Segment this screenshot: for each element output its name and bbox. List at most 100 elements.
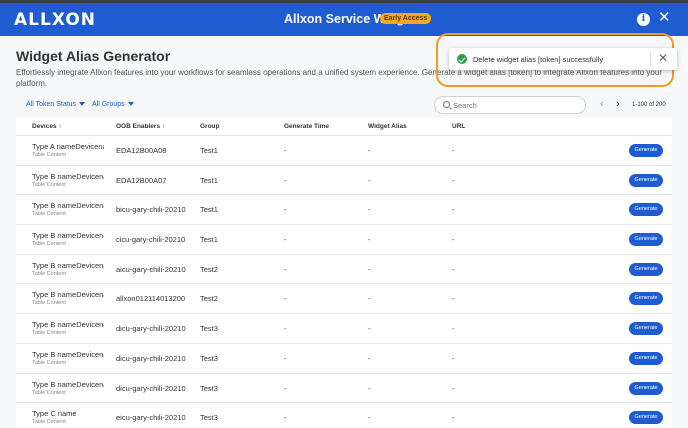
url: -: [452, 205, 455, 215]
device-name: Type B nameDevicename: [32, 320, 104, 330]
device-subtitle: Table Content: [32, 389, 66, 396]
column-generate-time: Generate Time: [284, 123, 330, 130]
group-name: Test1: [200, 205, 218, 215]
generate-time: -: [284, 324, 287, 334]
url: -: [452, 175, 455, 185]
oob-enabler: EDA12B00A07: [116, 175, 167, 185]
url: -: [452, 235, 455, 245]
group-name: Test2: [200, 264, 218, 274]
oob-enabler: bicu-gary-chili-20210: [116, 205, 186, 215]
table-row: Type B nameDevicenameTable Content dicu-g…: [16, 374, 672, 404]
oob-enabler: EDA12B00A08: [116, 146, 167, 155]
table-row: Type B nameDevicenameTable Content EDA12B…: [16, 166, 672, 196]
generate-time: -: [284, 383, 287, 393]
url: -: [452, 294, 455, 304]
generate-button[interactable]: Generate: [629, 411, 663, 425]
device-subtitle: Table Content: [32, 181, 66, 188]
search-box[interactable]: [434, 96, 586, 114]
groups-filter[interactable]: All Groups: [92, 101, 134, 108]
group-name: Test3: [200, 324, 218, 334]
group-name: Test1: [200, 235, 218, 245]
url: -: [452, 146, 455, 155]
search-icon: [443, 101, 450, 108]
token-status-filter-label: All Token Status: [26, 101, 77, 108]
info-icon[interactable]: i: [637, 13, 650, 26]
toast-divider: [650, 52, 651, 66]
generate-button[interactable]: Generate: [629, 262, 663, 276]
groups-filter-label: All Groups: [92, 101, 125, 108]
device-name: Type B nameDevicename: [32, 260, 104, 270]
page-title: Widget Alias Generator: [16, 48, 171, 64]
device-subtitle: Table Content: [32, 152, 66, 158]
chevron-left-icon[interactable]: ‹: [600, 98, 604, 110]
table-body: Type A nameDevicenameTable ContentEDA12B…: [16, 136, 672, 428]
table-row: Type B nameDevicenameTable Content dicu-g…: [16, 344, 672, 374]
top-bar: ALLXON Allxon Service Widget Early Acces…: [0, 0, 688, 36]
early-access-badge: Early Access: [380, 13, 432, 24]
generate-time: -: [284, 353, 287, 363]
widget-alias: -: [368, 146, 371, 155]
toast-close-icon[interactable]: ✕: [658, 51, 668, 65]
generate-button[interactable]: Generate: [629, 292, 663, 306]
device-name: Type A nameDevicename: [32, 142, 104, 151]
oob-enabler: dicu-gary-chili-20210: [116, 383, 186, 393]
device-subtitle: Table Content: [32, 419, 66, 426]
oob-enabler: dicu-gary-chili-20210: [116, 324, 186, 334]
group-name: Test3: [200, 383, 218, 393]
url: -: [452, 413, 455, 423]
generate-time: -: [284, 146, 287, 155]
column-devices[interactable]: Devices ↑: [32, 123, 62, 130]
caret-down-icon: [79, 102, 86, 107]
oob-enabler: allxon012114013200: [116, 294, 186, 304]
oob-enabler: cicu-gary-chili-20210: [116, 235, 186, 245]
caret-down-icon: [127, 102, 134, 107]
generate-button[interactable]: Generate: [629, 351, 663, 365]
close-icon[interactable]: ✕: [658, 10, 671, 26]
url: -: [452, 383, 455, 393]
table-row: Type B nameDevicenameTable Content allxon…: [16, 284, 672, 315]
generate-button[interactable]: Generate: [629, 144, 663, 157]
url: -: [452, 324, 455, 334]
chevron-right-icon[interactable]: ›: [616, 98, 620, 110]
device-name: Type B nameDevicename: [32, 349, 104, 359]
table-row: Type B nameDevicenameTable Content aicu-g…: [16, 255, 672, 285]
oob-enabler: eicu-gary-chili-20210: [116, 413, 186, 423]
alias-table: Devices ↑ OOB Enablers ↑ Group Generate …: [16, 118, 672, 428]
token-status-filter[interactable]: All Token Status: [26, 101, 86, 108]
widget-alias: -: [368, 353, 371, 363]
url: -: [452, 353, 455, 363]
device-name: Type B nameDevicename: [32, 201, 104, 211]
oob-enabler: aicu-gary-chili-20210: [116, 264, 186, 274]
widget-alias: -: [368, 235, 371, 245]
generate-time: -: [284, 205, 287, 215]
oob-enabler: dicu-gary-chili-20210: [116, 353, 186, 363]
group-name: Test3: [200, 353, 218, 363]
success-toast: Delete widget alias [token] successfully…: [449, 48, 677, 70]
generate-button[interactable]: Generate: [629, 322, 663, 336]
column-group: Group: [200, 123, 220, 130]
generate-button[interactable]: Generate: [629, 203, 663, 217]
widget-alias: -: [368, 324, 371, 334]
generate-button[interactable]: Generate: [629, 381, 663, 395]
table-row: Type B nameDevicenameTable Content dicu-g…: [16, 314, 672, 344]
device-subtitle: Table Content: [32, 241, 66, 248]
check-circle-icon: [457, 54, 467, 64]
column-widget-alias: Widget Alias: [368, 123, 407, 130]
generate-button[interactable]: Generate: [629, 233, 663, 247]
url: -: [452, 264, 455, 274]
generate-button[interactable]: Generate: [629, 173, 663, 187]
group-name: Test2: [200, 294, 218, 304]
table-row: Type C name Table Content eicu-gary-chili-…: [16, 403, 672, 428]
device-name: Type B nameDevicename: [32, 231, 104, 241]
group-name: Test3: [200, 413, 218, 423]
widget-alias: -: [368, 413, 371, 423]
allxon-logo: ALLXON: [14, 10, 97, 30]
widget-alias: -: [368, 175, 371, 185]
table-row: Type B nameDevicenameTable Content cicu-g…: [16, 225, 672, 255]
generate-time: -: [284, 235, 287, 245]
group-name: Test1: [200, 175, 218, 185]
search-input[interactable]: [453, 99, 581, 111]
widget-alias: -: [368, 383, 371, 393]
table-row: Type B nameDevicenameTable Content bicu-g…: [16, 195, 672, 226]
column-oob-enablers[interactable]: OOB Enablers ↑: [116, 123, 165, 130]
